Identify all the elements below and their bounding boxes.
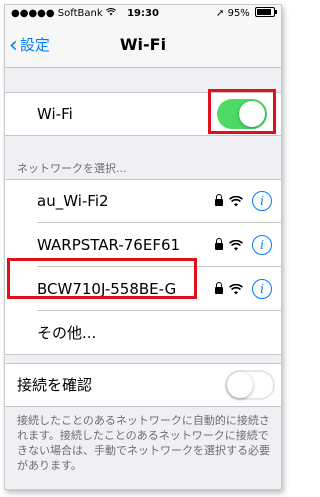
info-icon[interactable]: i: [252, 235, 272, 255]
other-network-label: その他...: [37, 324, 97, 342]
wifi-strength-icon: [229, 240, 243, 251]
ask-to-join-toggle[interactable]: [225, 370, 275, 400]
highlight-box-wifi-toggle: [208, 89, 276, 134]
divider: [5, 135, 281, 136]
location-icon: ➚: [216, 8, 225, 19]
info-icon[interactable]: i: [252, 191, 272, 211]
toggle-knob: [227, 372, 253, 398]
divider: [5, 406, 281, 407]
phone-screen: ●●●●● SoftBank 19:30 ➚ 95% ‹ 設定 Wi-Fi Wi-…: [4, 4, 282, 490]
network-row[interactable]: au_Wi-Fi2 i: [5, 179, 281, 223]
navigation-bar: ‹ 設定 Wi-Fi: [5, 23, 281, 68]
ask-to-join-label: 接続を確認: [17, 376, 93, 394]
wifi-strength-icon: [229, 284, 243, 295]
page-title: Wi-Fi: [119, 35, 167, 54]
other-network-row[interactable]: その他...: [5, 311, 281, 355]
lock-icon: [215, 238, 223, 250]
info-icon[interactable]: i: [252, 279, 272, 299]
divider: [5, 354, 281, 355]
battery-icon: [255, 7, 277, 17]
wifi-label: Wi-Fi: [37, 105, 73, 123]
network-name: au_Wi-Fi2: [37, 192, 109, 210]
highlight-box-network: [7, 258, 197, 299]
ask-to-join-row: 接続を確認: [5, 363, 281, 407]
ask-to-join-description: 接続したことのあるネットワークに自動的に接続されます。接続したことのあるネットワ…: [17, 414, 270, 472]
lock-icon: [215, 194, 223, 206]
status-bar: ●●●●● SoftBank 19:30 ➚ 95%: [5, 5, 281, 23]
wifi-strength-icon: [229, 196, 243, 207]
battery-percent: 95%: [227, 8, 250, 19]
battery-status: ➚ 95%: [216, 5, 277, 23]
lock-icon: [215, 282, 223, 294]
networks-section-header: ネットワークを選択...: [17, 162, 127, 175]
